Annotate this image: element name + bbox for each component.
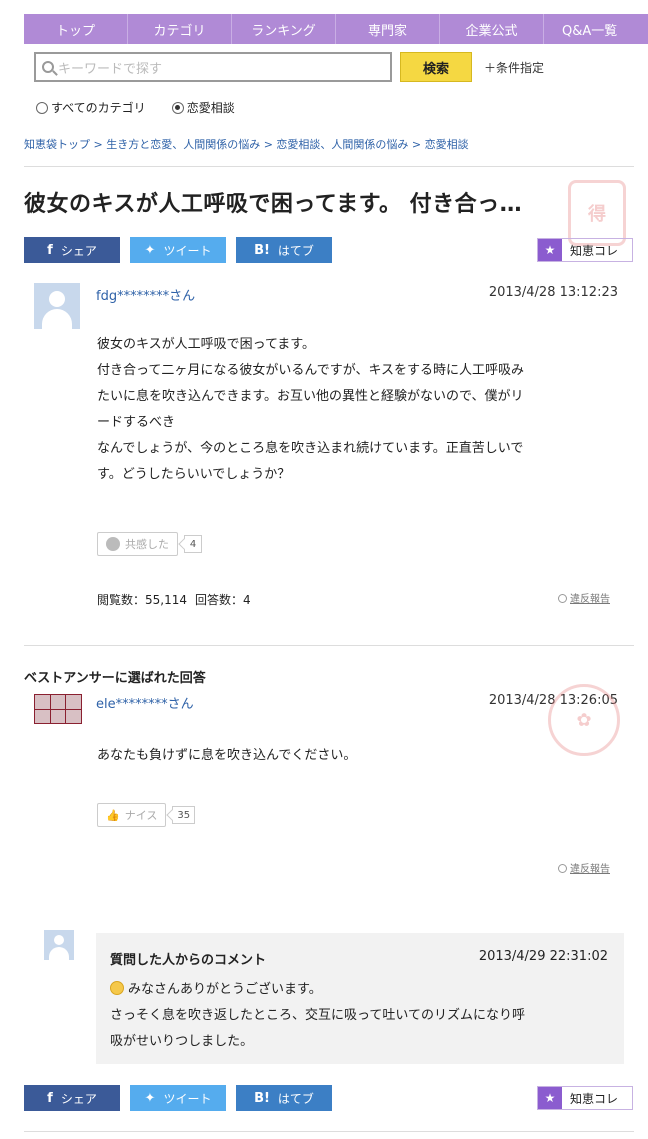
breadcrumb[interactable]: 知恵袋トップ > 生き方と恋愛、人間関係の悩み > 恋愛相談、人間関係の悩み >… <box>24 136 469 152</box>
comment-date: 2013/4/29 22:31:02 <box>478 949 608 964</box>
nav-item-category[interactable]: カテゴリ <box>128 14 232 44</box>
chiekore-button[interactable]: ★ 知恵コレ <box>537 238 633 262</box>
search-bar: キーワードで探す 検索 ＋条件指定 <box>34 52 544 82</box>
nav-item-official[interactable]: 企業公式 <box>440 14 544 44</box>
search-button[interactable]: 検索 <box>400 52 472 82</box>
tweet-button[interactable]: ✦ ツイート <box>130 1085 226 1111</box>
scope-radio-all[interactable] <box>36 101 48 114</box>
answer-body: あなたも負けずに息を吹き込んでください。 <box>97 748 357 763</box>
hatena-icon: B! <box>254 1090 270 1106</box>
user-name[interactable]: fdg********さん <box>96 289 195 304</box>
share-bar-top: f シェア ✦ ツイート B! はてブ <box>24 237 342 263</box>
search-scope: すべてのカテゴリ 恋愛相談 <box>36 99 261 116</box>
share-bar-bottom: f シェア ✦ ツイート B! はてブ <box>24 1085 342 1111</box>
divider <box>24 166 634 167</box>
nav-item-qa-list[interactable]: Q&A一覧 <box>544 14 648 44</box>
question-stats: 閲覧数：55,114 回答数：4 <box>97 591 259 608</box>
nav-item-ranking[interactable]: ランキング <box>232 14 336 44</box>
scope-label-love: 恋愛相談 <box>186 101 235 115</box>
empathy-row: 共感した 4 <box>97 532 202 556</box>
hatena-bookmark-button[interactable]: B! はてブ <box>236 1085 332 1111</box>
page-title: 彼女のキスが人工呼吸で困ってます。 付き合っ… <box>24 192 523 217</box>
prohibit-icon <box>558 594 567 603</box>
face-icon <box>106 537 120 551</box>
view-count: 閲覧数：55,114 <box>97 593 187 607</box>
answer-count: 回答数：4 <box>195 593 251 607</box>
report-link[interactable]: 違反報告 <box>558 860 610 875</box>
user-name[interactable]: ele********さん <box>96 697 194 712</box>
star-icon: ★ <box>538 1087 562 1109</box>
star-icon: ★ <box>538 239 562 261</box>
search-placeholder: キーワードで探す <box>58 61 163 77</box>
question-body: 彼女のキスが人工呼吸で困ってます。 付き合って二ヶ月になる彼女がいるんですが、キ… <box>97 337 525 482</box>
facebook-icon: f <box>47 1090 53 1106</box>
asker-comment: 質問した人からのコメント 2013/4/29 22:31:02 みなさんありがと… <box>96 933 624 1064</box>
avatar[interactable] <box>34 694 82 724</box>
answer-user[interactable]: ele********さん <box>96 693 194 712</box>
best-answer-stamp: ✿ <box>548 684 620 756</box>
smile-emoji-icon <box>110 981 124 995</box>
question-date: 2013/4/28 13:12:23 <box>488 285 618 300</box>
hatena-bookmark-button[interactable]: B! はてブ <box>236 237 332 263</box>
empathy-count: 4 <box>184 535 202 553</box>
tweet-button[interactable]: ✦ ツイート <box>130 237 226 263</box>
thumbs-up-icon: 👍 <box>106 808 120 822</box>
twitter-bird-icon: ✦ <box>144 242 156 258</box>
condition-link[interactable]: ＋条件指定 <box>484 59 544 76</box>
twitter-bird-icon: ✦ <box>144 1090 156 1106</box>
scope-label-all: すべてのカテゴリ <box>51 101 146 115</box>
nice-count: 35 <box>172 806 196 824</box>
scope-radio-love[interactable] <box>171 101 184 114</box>
divider <box>24 1131 634 1132</box>
nav-item-top[interactable]: トップ <box>24 14 128 44</box>
facebook-share-button[interactable]: f シェア <box>24 1085 120 1111</box>
avatar <box>44 930 74 960</box>
divider <box>24 645 634 646</box>
facebook-icon: f <box>47 242 53 258</box>
avatar[interactable] <box>34 283 80 329</box>
comment-title: 質問した人からのコメント <box>110 953 267 968</box>
chiekore-button[interactable]: ★ 知恵コレ <box>537 1086 633 1110</box>
global-nav: トップ カテゴリ ランキング 専門家 企業公式 Q&A一覧 <box>24 14 648 44</box>
empathy-button[interactable]: 共感した <box>97 532 178 556</box>
search-input[interactable]: キーワードで探す <box>34 52 392 82</box>
facebook-share-button[interactable]: f シェア <box>24 237 120 263</box>
stamp-watermark: 得 <box>568 180 626 246</box>
comment-body: みなさんありがとうございます。 さっそく息を吹き返したところ、交互に吸って吐いて… <box>110 981 525 1049</box>
prohibit-icon <box>558 864 567 873</box>
nice-button[interactable]: 👍 ナイス <box>97 803 167 827</box>
question-user[interactable]: fdg********さん <box>96 285 195 304</box>
nice-row: 👍 ナイス 35 <box>97 803 196 827</box>
best-answer-heading: ベストアンサーに選ばれた回答 <box>24 671 206 686</box>
nav-item-experts[interactable]: 専門家 <box>336 14 440 44</box>
report-link[interactable]: 違反報告 <box>558 590 610 605</box>
search-icon <box>42 61 54 73</box>
hatena-icon: B! <box>254 242 270 258</box>
